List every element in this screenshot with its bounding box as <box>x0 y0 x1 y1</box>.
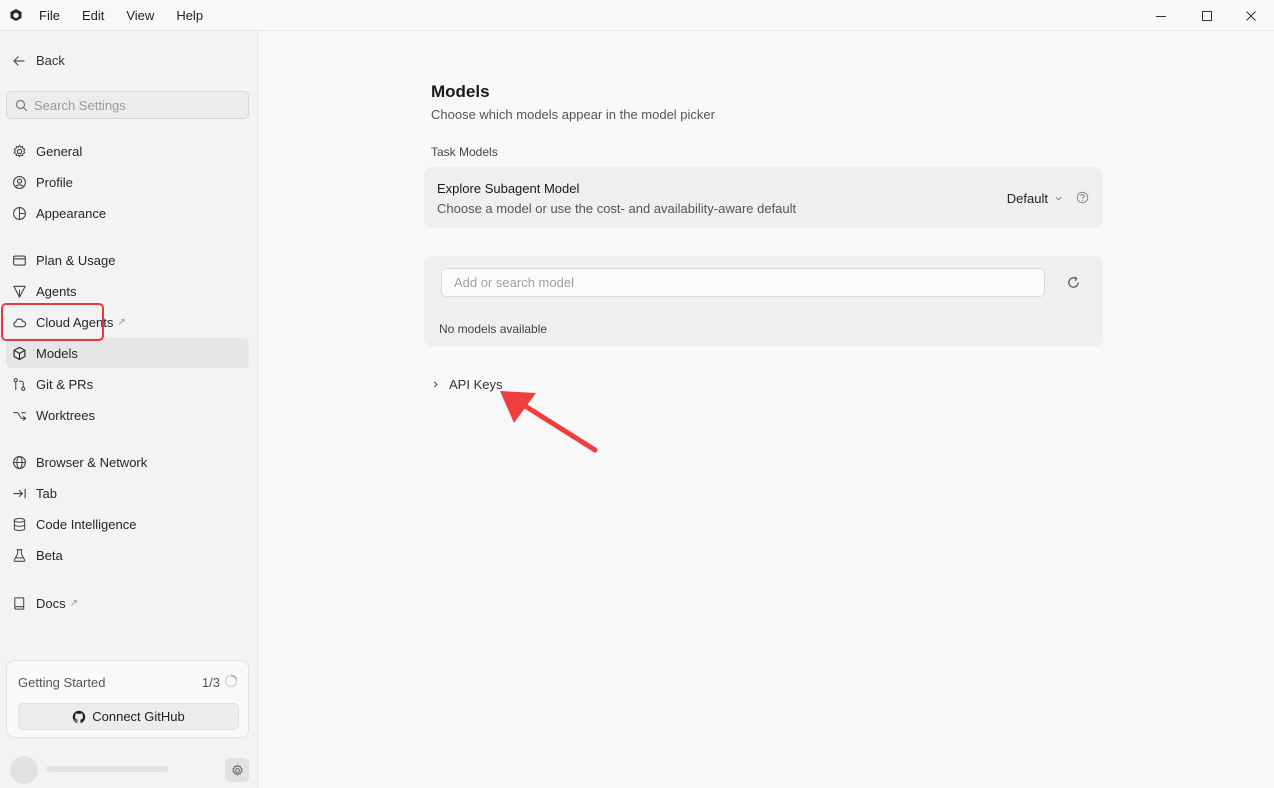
external-link-icon: ↗ <box>69 597 79 609</box>
sidebar-item-label: Git & PRs <box>36 376 94 392</box>
menu-edit[interactable]: Edit <box>82 8 104 23</box>
sidebar-item-profile[interactable]: Profile <box>6 167 249 197</box>
sidebar-item-appearance[interactable]: Appearance <box>6 198 249 228</box>
page-title: Models <box>431 82 490 101</box>
no-models-message: No models available <box>439 322 548 336</box>
page-subtitle: Choose which models appear in the model … <box>431 107 715 122</box>
sidebar-item-label: General <box>36 143 83 159</box>
menu-view[interactable]: View <box>126 8 154 23</box>
user-name-placeholder <box>46 766 168 772</box>
external-link-icon: ↗ <box>117 316 126 328</box>
settings-content: Models Choose which models appear in the… <box>259 31 1274 788</box>
sidebar-item-plan-usage[interactable]: Plan & Usage <box>6 245 249 275</box>
getting-started-title: Getting Started <box>18 675 106 690</box>
globe-icon <box>13 455 26 469</box>
app-logo-icon <box>10 9 22 21</box>
gear-icon <box>13 144 26 158</box>
menu-file[interactable]: File <box>39 8 60 23</box>
minimize-button[interactable] <box>1138 0 1184 31</box>
help-icon[interactable] <box>1076 191 1089 204</box>
sidebar-item-browser-network[interactable]: Browser & Network <box>6 447 249 477</box>
sidebar-item-cloud-agents[interactable]: Cloud Agents ↗ <box>6 307 249 337</box>
progress-ring-icon <box>224 674 238 688</box>
connect-github-label: Connect GitHub <box>92 709 185 724</box>
github-icon <box>73 710 86 723</box>
maximize-button[interactable] <box>1184 0 1230 31</box>
getting-started-card: Getting Started 1/3 Connect GitHub <box>6 660 249 738</box>
gear-icon <box>231 763 243 776</box>
settings-search-input[interactable] <box>34 97 234 113</box>
cube-icon <box>13 346 26 360</box>
palette-icon <box>13 206 26 220</box>
sidebar-item-worktrees[interactable]: Worktrees <box>6 400 249 430</box>
sidebar-item-label: Code Intelligence <box>36 516 137 532</box>
sidebar-item-label: Plan & Usage <box>36 252 116 268</box>
card-icon <box>13 254 26 266</box>
close-button[interactable] <box>1228 0 1274 31</box>
close-icon <box>1246 10 1256 21</box>
tab-arrow-icon <box>13 488 26 498</box>
sidebar-item-label: Beta <box>36 547 63 563</box>
models-card: No models available <box>424 256 1103 346</box>
task-model-name: Explore Subagent Model <box>437 181 580 196</box>
chevron-down-icon <box>1055 196 1062 201</box>
avatar[interactable] <box>10 756 38 784</box>
worktree-icon <box>13 411 27 421</box>
sidebar-item-docs[interactable]: Docs ↗ <box>6 588 249 618</box>
task-model-select[interactable]: Default <box>1007 191 1063 206</box>
sidebar-item-label: Appearance <box>36 205 107 221</box>
cloud-icon <box>13 318 27 327</box>
agents-icon <box>13 285 26 298</box>
sidebar-item-label: Cloud Agents <box>36 314 114 330</box>
sidebar-item-label: Tab <box>36 485 57 501</box>
task-model-card: Explore Subagent Model Choose a model or… <box>424 167 1103 228</box>
task-model-selected: Default <box>1006 191 1048 206</box>
git-icon <box>13 377 26 391</box>
maximize-icon <box>1202 10 1212 21</box>
refresh-icon[interactable] <box>1066 275 1081 290</box>
sidebar-item-agents[interactable]: Agents <box>6 276 249 306</box>
sidebar-item-label: Docs <box>36 595 66 611</box>
search-icon <box>15 99 28 111</box>
back-button[interactable]: Back <box>12 53 65 68</box>
user-settings-button[interactable] <box>225 758 249 782</box>
menu-help[interactable]: Help <box>176 8 203 23</box>
user-circle-icon <box>13 175 26 189</box>
sidebar-item-beta[interactable]: Beta <box>6 540 249 570</box>
api-keys-label: API Keys <box>449 377 503 392</box>
sidebar-item-label: Worktrees <box>36 407 95 423</box>
flask-icon <box>13 548 26 562</box>
chevron-right-icon <box>433 381 438 388</box>
connect-github-button[interactable]: Connect GitHub <box>18 703 239 730</box>
database-icon <box>13 517 26 531</box>
book-icon <box>14 596 25 610</box>
sidebar-item-tab[interactable]: Tab <box>6 478 249 508</box>
arrow-left-icon <box>13 55 25 66</box>
model-search-input[interactable] <box>441 268 1045 297</box>
sidebar-item-general[interactable]: General <box>6 136 249 166</box>
sidebar-item-label: Profile <box>36 174 73 190</box>
sidebar-item-git-prs[interactable]: Git & PRs <box>6 369 249 399</box>
back-label: Back <box>36 53 65 68</box>
sidebar-item-label: Models <box>36 345 78 361</box>
settings-search[interactable] <box>6 91 249 119</box>
sidebar-item-models[interactable]: Models <box>6 338 249 368</box>
task-model-description: Choose a model or use the cost- and avai… <box>437 201 797 216</box>
api-keys-toggle[interactable]: API Keys <box>431 377 502 392</box>
settings-sidebar: Back General Profile Appearance Plan & U… <box>0 31 258 788</box>
task-models-label: Task Models <box>431 145 498 159</box>
minimize-icon <box>1156 15 1166 17</box>
getting-started-progress: 1/3 <box>201 675 220 690</box>
sidebar-item-label: Browser & Network <box>36 454 148 470</box>
menu-bar: File Edit View Help <box>39 0 225 31</box>
sidebar-item-label: Agents <box>36 283 77 299</box>
title-bar: File Edit View Help <box>0 0 1274 31</box>
sidebar-item-code-intelligence[interactable]: Code Intelligence <box>6 509 249 539</box>
